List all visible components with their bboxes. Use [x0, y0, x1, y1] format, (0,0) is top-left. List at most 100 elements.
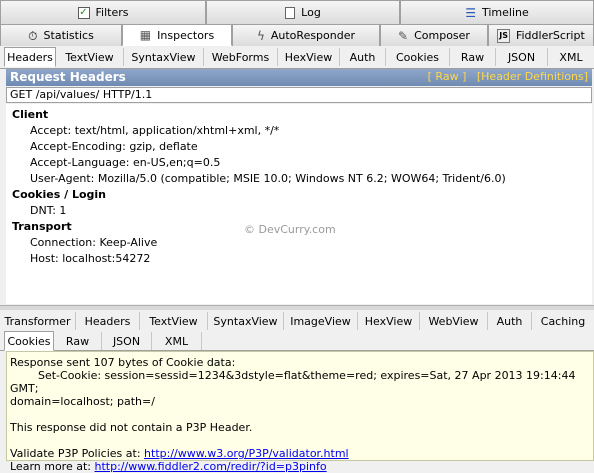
header-item[interactable]: Accept-Encoding: gzip, deflate: [30, 140, 198, 153]
cookie-domain-line: domain=localhost; path=/: [10, 395, 155, 408]
req-tab-webforms[interactable]: WebForms: [204, 48, 278, 66]
req-tab-label: Headers: [7, 50, 53, 64]
validate-line: Validate P3P Policies at: http://www.w3.…: [10, 447, 590, 460]
resp-tab-webview[interactable]: WebView: [420, 312, 488, 330]
response-cookies-panel[interactable]: Response sent 107 bytes of Cookie data: …: [6, 351, 594, 473]
req-tab-label: Cookies: [395, 50, 440, 64]
header-item[interactable]: DNT: 1: [30, 204, 66, 217]
request-line[interactable]: GET /api/values/ HTTP/1.1: [6, 87, 592, 103]
learn-prefix: Learn more at:: [10, 460, 95, 473]
request-headers-title: Request Headers: [10, 70, 126, 84]
header-item[interactable]: User-Agent: Mozilla/5.0 (compatible; MSI…: [30, 172, 506, 185]
checkbox-icon: ✓: [77, 6, 90, 19]
resp-tab-label: Auth: [496, 314, 523, 328]
resp-tab-xml[interactable]: XML: [152, 332, 202, 350]
resp-tab-headers[interactable]: Headers: [76, 312, 140, 330]
validate-prefix: Validate P3P Policies at:: [10, 447, 145, 460]
set-cookie-line: Set-Cookie: session=sessid=1234&3dstyle=…: [10, 369, 579, 395]
p3p-notice: This response did not contain a P3P Head…: [10, 421, 253, 434]
tab-composer[interactable]: ✎ Composer: [380, 24, 488, 46]
tab-composer-label: Composer: [414, 29, 470, 42]
tab-inspectors[interactable]: ▦ Inspectors: [122, 24, 232, 46]
header-item[interactable]: Host: localhost:54272: [30, 252, 150, 265]
req-tab-label: HexView: [284, 50, 333, 64]
group-transport[interactable]: Transport: [12, 220, 72, 233]
request-tab-row: Headers TextView SyntaxView WebForms Hex…: [0, 46, 594, 69]
header-item[interactable]: Accept-Language: en-US,en;q=0.5: [30, 156, 220, 169]
js-icon: JS: [497, 28, 510, 43]
lightning-icon: ϟ: [256, 28, 265, 43]
resp-tab-auth[interactable]: Auth: [488, 312, 532, 330]
req-tab-cookies[interactable]: Cookies: [386, 48, 450, 66]
req-tab-syntaxview[interactable]: SyntaxView: [124, 48, 204, 66]
req-tab-label: TextView: [65, 50, 114, 64]
raw-link[interactable]: [ Raw ]: [428, 70, 467, 83]
resp-tab-label: Cookies: [7, 334, 51, 348]
header-item[interactable]: Accept: text/html, application/xhtml+xml…: [30, 124, 279, 137]
resp-tab-label: SyntaxView: [213, 314, 278, 328]
group-client[interactable]: Client: [12, 108, 48, 121]
request-headers-bar: Request Headers [ Raw ] [Header Definiti…: [6, 69, 592, 86]
group-cookies-login[interactable]: Cookies / Login: [12, 188, 106, 201]
response-tab-row-2: Cookies Raw JSON XML: [0, 330, 594, 351]
req-tab-label: Auth: [349, 50, 376, 64]
req-tab-json[interactable]: JSON: [496, 48, 548, 66]
tab-log[interactable]: Log: [206, 0, 400, 24]
tab-log-label: Log: [301, 6, 321, 19]
watermark: © DevCurry.com: [244, 223, 336, 236]
tab-statistics[interactable]: ⏱ Statistics: [0, 24, 122, 46]
resp-tab-hexview[interactable]: HexView: [358, 312, 420, 330]
cookie-summary: Response sent 107 bytes of Cookie data:: [10, 356, 236, 369]
composer-icon: ✎: [398, 28, 409, 43]
tab-timeline-label: Timeline: [481, 6, 529, 19]
resp-tab-json[interactable]: JSON: [102, 332, 152, 350]
resp-tab-label: XML: [164, 334, 189, 348]
log-icon: [285, 6, 296, 19]
validator-link[interactable]: http://www.w3.org/P3P/validator.html: [144, 447, 349, 460]
req-tab-xml[interactable]: XML: [548, 48, 594, 66]
top-tab-row-2: ⏱ Statistics ▦ Inspectors ϟ AutoResponde…: [0, 24, 594, 47]
tab-fiddlerscript-label: FiddlerScript: [515, 29, 585, 42]
header-tree[interactable]: Client Accept: text/html, application/xh…: [6, 104, 592, 304]
tab-timeline[interactable]: ☰ Timeline: [400, 0, 594, 24]
header-item[interactable]: Connection: Keep-Alive: [30, 236, 157, 249]
resp-tab-textview[interactable]: TextView: [140, 312, 208, 330]
tab-autoresponder[interactable]: ϟ AutoResponder: [232, 24, 380, 46]
header-links: [ Raw ] [Header Definitions]: [428, 70, 588, 83]
tab-filters-label: Filters: [95, 6, 129, 19]
req-tab-raw[interactable]: Raw: [450, 48, 496, 66]
stopwatch-icon: ⏱: [28, 28, 38, 43]
resp-tab-label: HexView: [364, 314, 413, 328]
p3p-info-link[interactable]: http://www.fiddler2.com/redir/?id=p3pinf…: [95, 460, 327, 473]
resp-tab-label: Headers: [84, 314, 131, 328]
inspector-icon: ▦: [139, 28, 152, 42]
req-tab-hexview[interactable]: HexView: [278, 48, 340, 66]
resp-tab-label: WebView: [428, 314, 479, 328]
tab-inspectors-label: Inspectors: [157, 28, 215, 42]
response-tab-row-1: Transformer Headers TextView SyntaxView …: [0, 310, 594, 330]
req-tab-label: JSON: [507, 50, 536, 64]
resp-tab-transformer[interactable]: Transformer: [0, 312, 76, 330]
resp-tab-cookies[interactable]: Cookies: [4, 331, 54, 351]
top-tab-row-1: ✓ Filters Log ☰ Timeline: [0, 0, 594, 24]
req-tab-label: XML: [559, 50, 583, 64]
req-tab-textview[interactable]: TextView: [56, 48, 124, 66]
resp-tab-imageview[interactable]: ImageView: [284, 312, 358, 330]
resp-tab-label: Raw: [65, 334, 90, 348]
resp-tab-syntaxview[interactable]: SyntaxView: [208, 312, 284, 330]
tab-statistics-label: Statistics: [43, 29, 94, 42]
req-tab-headers[interactable]: Headers: [4, 47, 56, 67]
req-tab-auth[interactable]: Auth: [340, 48, 386, 66]
resp-tab-label: TextView: [149, 314, 198, 328]
resp-tab-raw[interactable]: Raw: [54, 332, 102, 350]
resp-tab-label: ImageView: [290, 314, 351, 328]
tab-autoresponder-label: AutoResponder: [270, 29, 356, 42]
timeline-icon: ☰: [465, 5, 476, 20]
req-tab-label: WebForms: [211, 50, 270, 64]
header-definitions-link[interactable]: [Header Definitions]: [477, 70, 588, 83]
tab-filters[interactable]: ✓ Filters: [0, 0, 206, 24]
resp-tab-label: Caching: [540, 314, 586, 328]
resp-tab-caching[interactable]: Caching: [532, 312, 594, 330]
tab-fiddlerscript[interactable]: JS FiddlerScript: [488, 24, 594, 46]
resp-tab-label: Transformer: [4, 314, 71, 328]
